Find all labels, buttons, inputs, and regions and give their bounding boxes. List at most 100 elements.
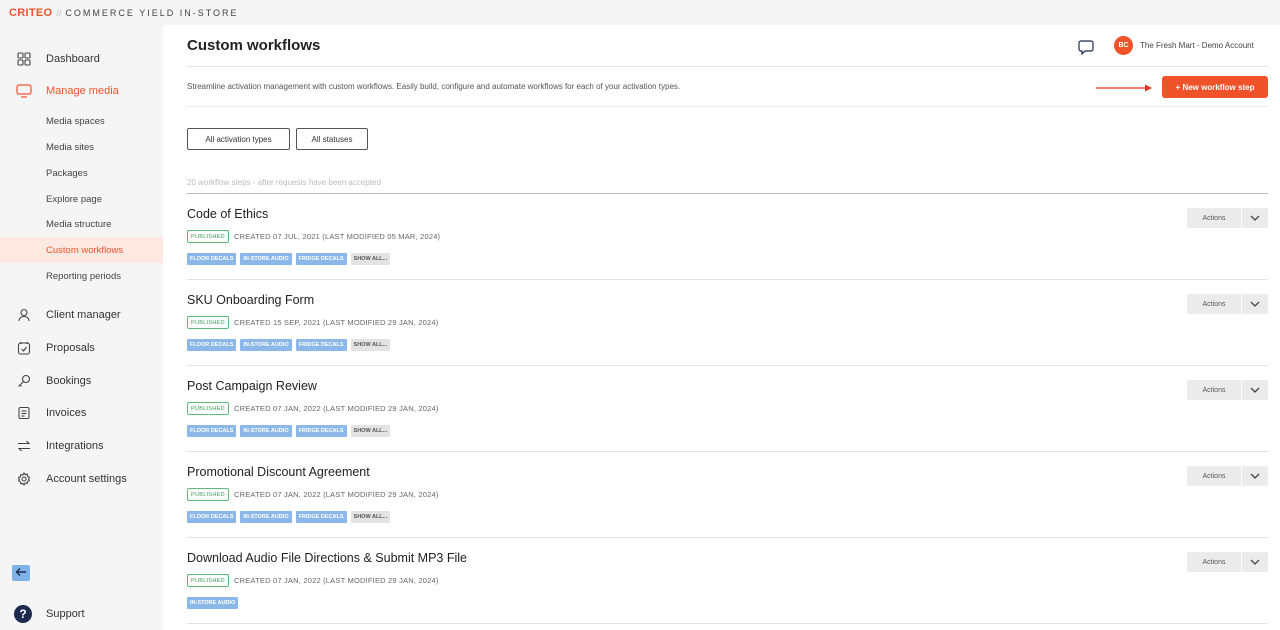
workflow-meta: CREATED 07 JAN, 2022 (LAST MODIFIED 29 J… (234, 404, 439, 413)
actions-dropdown[interactable]: Actions (1187, 552, 1268, 572)
grid-icon (16, 51, 32, 67)
sidebar-item-account-settings[interactable]: Account settings (0, 466, 163, 492)
monitor-icon (16, 83, 32, 99)
new-workflow-step-button[interactable]: + New workflow step (1162, 76, 1268, 98)
status-badge: PUBLISHED (187, 488, 229, 501)
activation-tag: FRIDGE DECALS (295, 253, 347, 265)
gear-icon (16, 471, 32, 487)
status-badge: PUBLISHED (187, 230, 229, 243)
activation-tag: FRIDGE DECALS (295, 339, 347, 351)
workflow-meta: CREATED 15 SEP, 2021 (LAST MODIFIED 29 J… (234, 318, 439, 327)
sidebar-item-invoices[interactable]: Invoices (0, 400, 163, 426)
show-all-tags-button[interactable]: SHOW ALL... (350, 253, 391, 265)
sidebar-item-integrations[interactable]: Integrations (0, 433, 163, 459)
sidebar-item-dashboard[interactable]: Dashboard (0, 46, 163, 72)
actions-label: Actions (1202, 472, 1226, 480)
sidebar-item-label: Invoices (46, 407, 87, 419)
chevron-down-icon[interactable] (1241, 380, 1268, 400)
workflow-title[interactable]: Promotional Discount Agreement (187, 465, 370, 479)
activation-tag: FRIDGE DECALS (295, 511, 347, 523)
status-badge: PUBLISHED (187, 316, 229, 329)
sidebar-item-client-manager[interactable]: Client manager (0, 302, 163, 328)
sidebar-subitem-media-sites[interactable]: Media sites (0, 134, 163, 160)
sidebar-subitem-explore-page[interactable]: Explore page (0, 186, 163, 212)
subitem-label: Media sites (46, 141, 95, 153)
actions-dropdown[interactable]: Actions (1187, 466, 1268, 486)
actions-dropdown[interactable]: Actions (1187, 208, 1268, 228)
chat-icon[interactable] (1078, 39, 1094, 56)
brand-separator: // (56, 7, 62, 18)
chevron-down-icon[interactable] (1241, 208, 1268, 228)
sidebar-subitem-media-structure[interactable]: Media structure (0, 211, 163, 237)
show-all-tags-button[interactable]: SHOW ALL... (350, 511, 391, 523)
sidebar-item-proposals[interactable]: Proposals (0, 335, 163, 361)
proposal-icon (16, 340, 32, 356)
activation-tag: IN-STORE AUDIO (240, 339, 292, 351)
chevron-down-icon[interactable] (1241, 466, 1268, 486)
support-link[interactable]: ? Support (0, 605, 163, 625)
sidebar-item-bookings[interactable]: Bookings (0, 368, 163, 394)
workflow-title[interactable]: Post Campaign Review (187, 379, 317, 393)
user-icon (16, 307, 32, 323)
tag-list: FLOOR DECALS IN-STORE AUDIO FRIDGE DECAL… (187, 425, 391, 437)
workflow-title[interactable]: SKU Onboarding Form (187, 293, 314, 307)
activation-tag: IN-STORE AUDIO (240, 425, 292, 437)
sidebar-subitem-reporting-periods[interactable]: Reporting periods (0, 263, 163, 289)
actions-label: Actions (1202, 300, 1226, 308)
activation-tag: FLOOR DECALS (187, 253, 237, 265)
tag-list: FLOOR DECALS IN-STORE AUDIO FRIDGE DECAL… (187, 511, 391, 523)
show-all-tags-button[interactable]: SHOW ALL... (350, 339, 391, 351)
tag-list: FLOOR DECALS IN-STORE AUDIO FRIDGE DECAL… (187, 339, 391, 351)
chevron-down-icon[interactable] (1241, 552, 1268, 572)
subitem-label: Explore page (46, 193, 102, 205)
sidebar-subitem-media-spaces[interactable]: Media spaces (0, 108, 163, 134)
actions-dropdown[interactable]: Actions (1187, 380, 1268, 400)
sidebar-subitem-packages[interactable]: Packages (0, 160, 163, 186)
sidebar-item-label: Client manager (46, 309, 121, 321)
show-all-tags-button[interactable]: SHOW ALL... (350, 425, 391, 437)
statuses-filter[interactable]: All statuses (296, 128, 368, 150)
main-content: Custom workflows BC The Fresh Mart - Dem… (163, 25, 1280, 630)
activation-tag: FLOOR DECALS (187, 425, 237, 437)
activation-tag: FLOOR DECALS (187, 511, 237, 523)
actions-dropdown[interactable]: Actions (1187, 294, 1268, 314)
workflow-meta: CREATED 07 JAN, 2022 (LAST MODIFIED 29 J… (234, 490, 439, 499)
invoice-icon (16, 405, 32, 421)
page-title: Custom workflows (187, 37, 321, 54)
workflow-row: Code of Ethics PUBLISHED CREATED 07 JUL,… (187, 194, 1268, 280)
sidebar-item-label: Manage media (46, 85, 119, 97)
workflow-meta: CREATED 07 JUL, 2021 (LAST MODIFIED 05 M… (234, 232, 441, 241)
collapse-sidebar-button[interactable] (12, 565, 30, 581)
criteo-logo[interactable]: CRITEO (9, 7, 52, 19)
workflow-row: Promotional Discount Agreement PUBLISHED… (187, 452, 1268, 538)
workflow-meta: CREATED 07 JAN, 2022 (LAST MODIFIED 29 J… (234, 576, 439, 585)
activation-tag: IN-STORE AUDIO (187, 597, 239, 609)
divider (187, 106, 1268, 107)
actions-label: Actions (1202, 558, 1226, 566)
product-name: COMMERCE YIELD IN-STORE (65, 7, 239, 18)
actions-label: Actions (1202, 386, 1226, 394)
sidebar-item-label: Integrations (46, 440, 104, 452)
workflow-row: SKU Onboarding Form PUBLISHED CREATED 15… (187, 280, 1268, 366)
support-label: Support (46, 608, 85, 620)
workflow-title[interactable]: Code of Ethics (187, 207, 268, 221)
activation-tag: FLOOR DECALS (187, 339, 237, 351)
account-name[interactable]: The Fresh Mart - Demo Account (1140, 41, 1254, 50)
activation-tag: IN-STORE AUDIO (240, 253, 292, 265)
key-icon (16, 373, 32, 389)
top-bar: CRITEO // COMMERCE YIELD IN-STORE (0, 0, 1280, 25)
subitem-label: Custom workflows (46, 244, 124, 256)
workflow-title[interactable]: Download Audio File Directions & Submit … (187, 551, 467, 565)
swap-icon (16, 438, 32, 454)
chevron-down-icon[interactable] (1241, 294, 1268, 314)
tag-list: FLOOR DECALS IN-STORE AUDIO FRIDGE DECAL… (187, 253, 391, 265)
workflow-count: 20 workflow steps - after requests have … (187, 178, 381, 187)
arrow-left-icon (15, 564, 27, 582)
sidebar-item-manage-media[interactable]: Manage media (0, 78, 163, 104)
sidebar-subitem-custom-workflows[interactable]: Custom workflows (0, 237, 163, 263)
page-description: Streamline activation management with cu… (187, 82, 681, 91)
activation-types-filter[interactable]: All activation types (187, 128, 290, 150)
sidebar-item-label: Account settings (46, 473, 127, 485)
avatar[interactable]: BC (1114, 36, 1133, 55)
divider (187, 66, 1268, 67)
